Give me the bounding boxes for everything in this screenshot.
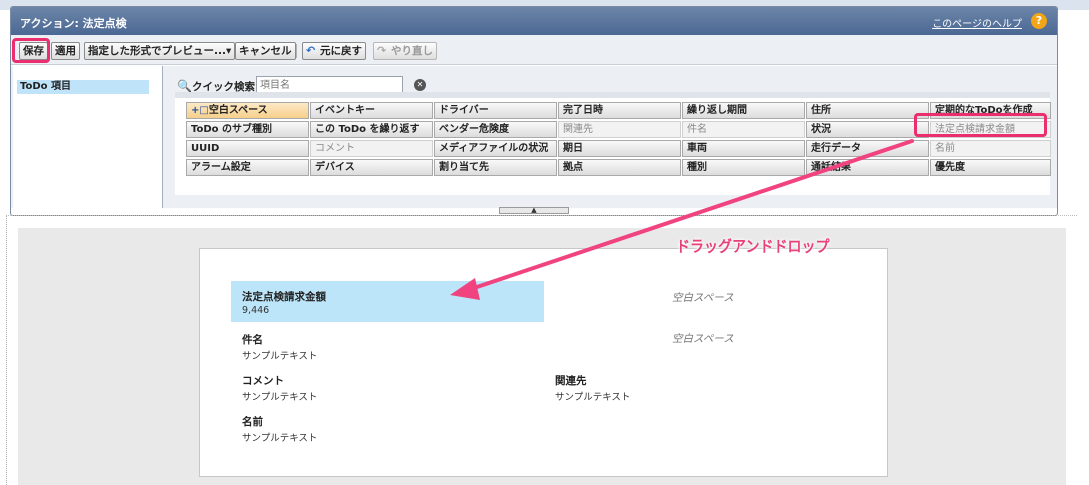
drag-arrow-icon <box>450 139 914 300</box>
drag-drop-annotation: ドラッグアンドドロップ <box>676 238 830 256</box>
